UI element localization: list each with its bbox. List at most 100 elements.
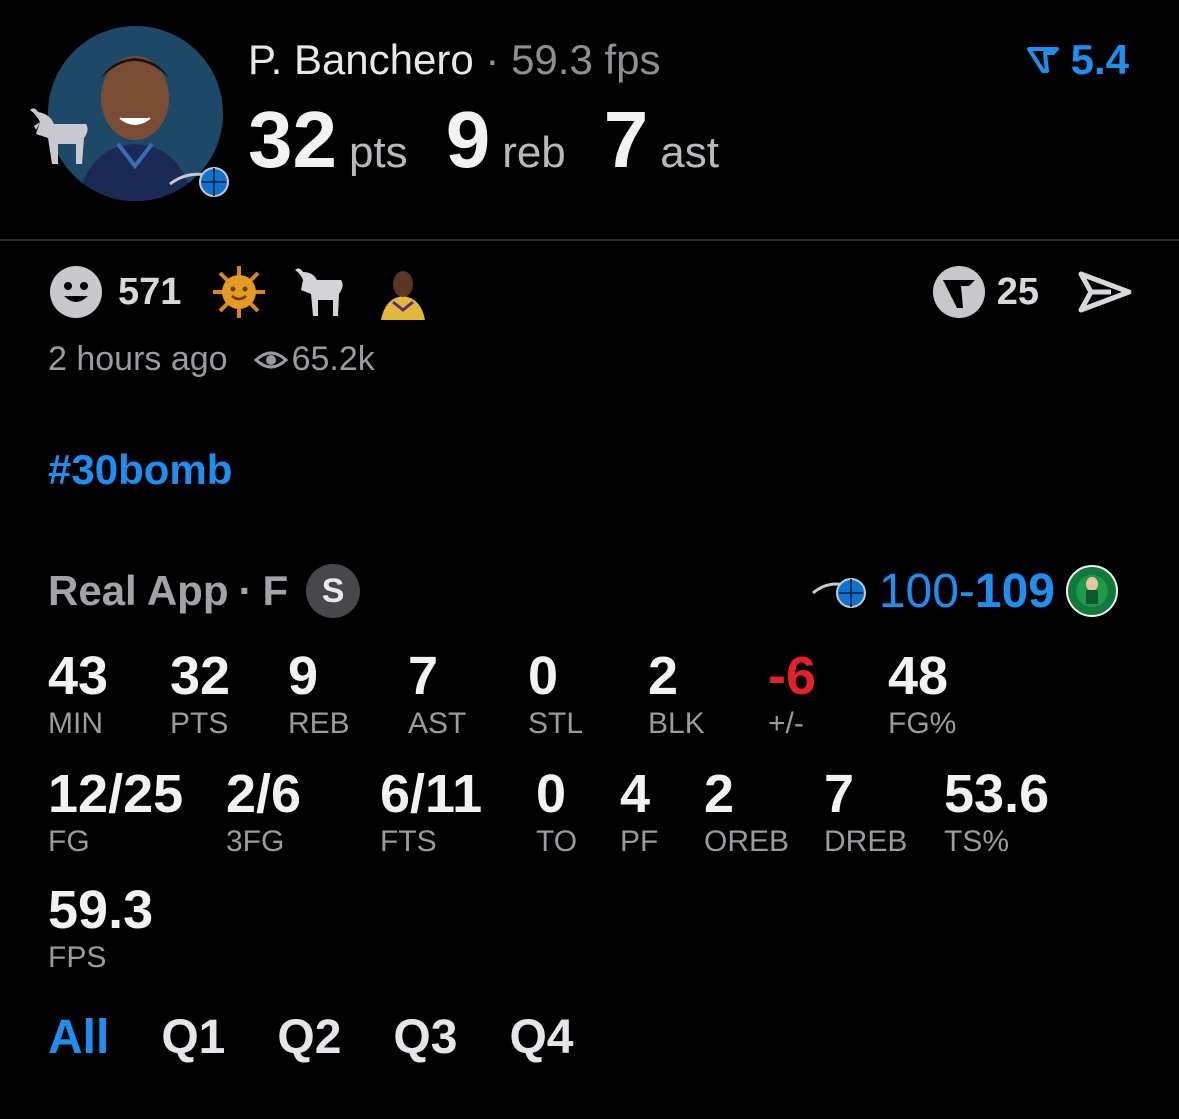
quarter-tabs: All Q1 Q2 Q3 Q4 [48,1010,625,1065]
send-icon[interactable] [1077,268,1133,316]
reaction-count: 571 [118,270,182,313]
goat-icon [26,104,100,173]
post-actions: 25 [931,262,1133,322]
real-count: 25 [996,270,1039,313]
celtics-logo-icon [1066,565,1118,617]
stat-label: TO [536,825,578,858]
stat-label: FTS [380,825,437,858]
stat-value: -6 [768,646,817,706]
player-avatar[interactable] [30,26,229,201]
post-header: P. Banchero · 59.3 fps 32 pts 9 reb 7 as… [0,0,1179,240]
stat-label: TS% [944,825,1010,858]
stat-value: 7 [408,646,439,706]
view-count: 65.2k [253,340,375,379]
stat-label: FPS [48,941,107,974]
tab-q3[interactable]: Q3 [393,1010,457,1065]
magic-logo-icon [811,578,866,608]
stat-label: BLK [648,707,705,740]
stat-value: 59.3 [48,880,154,940]
away-score: 109 [974,564,1055,618]
stat-blk: 2 BLK [648,646,705,742]
goat-icon[interactable] [293,264,349,320]
rebounds-label: reb [502,128,566,177]
team-logo-icon [168,160,234,205]
smile-icon[interactable] [48,264,104,320]
eye-icon [253,351,288,368]
stat-value: 0 [536,764,567,824]
source-separator: · [238,567,253,614]
stat-pf: 4 PF [620,764,658,860]
stat-value: 6/11 [380,764,483,824]
stat-reb: 9 REB [288,646,350,742]
stat-min: 43 MIN [48,646,108,742]
stat-value: 53.6 [944,764,1050,824]
reactions-bar: 571 [48,262,457,322]
stat-fts: 6/11 FTS [380,764,482,860]
stat-label: PTS [170,707,229,740]
vote-value: 5.4 [1070,36,1129,83]
stat-label: DREB [824,825,908,858]
game-score[interactable]: 100 - 109 [801,562,1129,620]
source-label: Real App [48,567,229,614]
stat-oreb: 2 OREB [704,764,789,860]
stat-label: MIN [48,707,103,740]
home-score: 100 [878,564,959,618]
stat-value: 2 [648,646,679,706]
starter-badge: S [306,564,361,618]
view-count-value: 65.2k [291,340,375,378]
stat-label: PF [620,825,659,858]
stat-label: STL [528,707,584,740]
stat-label: FG% [888,707,957,740]
rebounds-value: 9 [445,95,491,184]
stat-dreb: 7 DREB [824,764,907,860]
header-divider [0,239,1179,241]
stat-fg: 48 FG% [888,646,956,742]
assists-label: ast [660,128,719,177]
stat-stl: 0 STL [528,646,583,742]
tab-q2[interactable]: Q2 [277,1010,341,1065]
stat-label: REB [288,707,350,740]
stat-label: 3FG [226,825,285,858]
post-time: 2 hours ago [48,340,228,378]
position-label: F [262,567,289,614]
name-separator: · [485,36,500,83]
stat-value: 32 [170,646,231,706]
headline-stats: 32 pts 9 reb 7 ast [248,96,757,184]
stat-fg: 12/25 FG [48,764,183,860]
tab-q4[interactable]: Q4 [509,1010,573,1065]
stat-value: 4 [620,764,651,824]
player-emoji-icon[interactable] [375,264,431,320]
assists-value: 7 [603,95,649,184]
stat-label: AST [408,707,467,740]
tab-all[interactable]: All [48,1010,109,1065]
stat-label: +/- [768,707,804,740]
points-value: 32 [248,95,337,184]
stat-ts: 53.6 TS% [944,764,1049,860]
hashtag-link[interactable]: #30bomb [48,446,232,494]
sun-icon[interactable] [211,264,267,320]
stat-value: 2 [704,764,735,824]
stat-: -6 +/- [768,646,816,742]
stat-value: 0 [528,646,559,706]
player-fps: 59.3 fps [511,36,661,83]
stat-label: FG [48,825,90,858]
stat-value: 2/6 [226,764,302,824]
player-name[interactable]: P. Banchero [248,36,474,83]
vote-score[interactable]: 5.4 [1026,36,1129,84]
stat-label: OREB [704,825,790,858]
game-line: Real App · F S [48,562,361,620]
stat-ast: 7 AST [408,646,466,742]
stat-3fg: 2/6 3FG [226,764,301,860]
stat-value: 48 [888,646,949,706]
stat-value: 43 [48,646,109,706]
vote-arrow-icon [1026,47,1059,73]
stat-value: 9 [288,646,319,706]
stat-to: 0 TO [536,764,577,860]
stat-value: 12/25 [48,764,184,824]
stat-value: 7 [824,764,855,824]
player-name-line: P. Banchero · 59.3 fps [248,36,661,84]
stat-fps: 59.3 FPS [48,880,153,976]
tab-q1[interactable]: Q1 [161,1010,225,1065]
stat-pts: 32 PTS [170,646,230,742]
real-logo-icon[interactable] [931,264,987,320]
